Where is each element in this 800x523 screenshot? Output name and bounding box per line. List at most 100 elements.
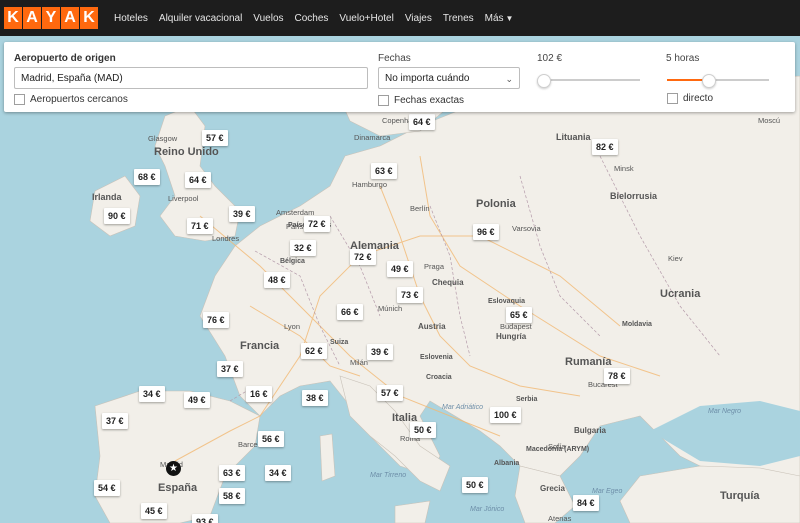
city-label: Varsovia [512,224,541,233]
nav-trains[interactable]: Trenes [443,13,474,24]
city-label: Berlín [410,204,430,213]
price-marker[interactable]: 64 € [185,172,211,188]
city-label: Budapest [500,322,532,331]
country-label: Suiza [330,339,349,346]
logo-letter: K [4,7,22,29]
logo-letter: K [80,7,98,29]
price-marker[interactable]: 78 € [604,368,630,384]
price-marker[interactable]: 72 € [350,249,376,265]
price-marker[interactable]: 50 € [462,477,488,493]
country-label: Francia [240,340,280,352]
country-label: Polonia [476,198,516,210]
city-label: Minsk [614,164,634,173]
price-marker[interactable]: 49 € [387,261,413,277]
price-marker[interactable]: 65 € [506,307,532,323]
price-marker[interactable]: 76 € [203,312,229,328]
price-marker[interactable]: 62 € [301,343,327,359]
top-navigation-bar: K A Y A K Hoteles Alquiler vacacional Vu… [0,0,800,36]
turkey-landmass [619,465,800,523]
price-marker[interactable]: 100 € [490,407,521,423]
price-marker[interactable]: 56 € [258,431,284,447]
price-marker[interactable]: 54 € [94,480,120,496]
sea-label: Mar Egeo [592,488,623,495]
origin-star-icon[interactable]: ★ [166,461,181,476]
price-marker[interactable]: 90 € [104,208,130,224]
price-marker[interactable]: 39 € [367,344,393,360]
price-marker[interactable]: 63 € [371,163,397,179]
price-marker[interactable]: 45 € [141,503,167,519]
price-slider-handle[interactable] [537,74,551,88]
price-marker[interactable]: 49 € [184,392,210,408]
direct-checkbox[interactable]: directo [667,93,713,104]
dates-value: No importa cuándo [385,73,470,84]
price-marker[interactable]: 73 € [397,287,423,303]
price-marker[interactable]: 48 € [264,272,290,288]
nav-trips[interactable]: Viajes [405,13,432,24]
price-marker[interactable]: 34 € [265,465,291,481]
country-label: Austria [418,322,446,331]
logo-letter: A [61,7,79,29]
city-label: Sofía [548,442,566,451]
country-label: España [158,482,198,494]
price-marker[interactable]: 37 € [102,413,128,429]
country-label: Eslovenia [420,354,453,361]
nav-vacation-rentals[interactable]: Alquiler vacacional [159,13,242,24]
duration-filter-label: 5 horas [666,53,700,64]
price-marker[interactable]: 66 € [337,304,363,320]
dates-dropdown[interactable]: No importa cuándo ⌄ [378,67,520,89]
exact-dates-label: Fechas exactas [394,95,465,106]
price-marker[interactable]: 82 € [592,139,618,155]
price-marker[interactable]: 63 € [219,465,245,481]
nav-flight-hotel[interactable]: Vuelo+Hotel [339,13,393,24]
price-slider-track[interactable] [540,79,640,81]
price-marker[interactable]: 34 € [139,386,165,402]
sardinia-landmass [319,433,336,482]
city-label: París [286,222,304,231]
price-marker[interactable]: 38 € [302,390,328,406]
price-marker[interactable]: 37 € [217,361,243,377]
logo-letter: Y [42,7,60,29]
exact-dates-checkbox[interactable]: Fechas exactas [378,95,464,106]
sea-label: Mar Tirreno [370,472,407,479]
price-marker[interactable]: 57 € [202,130,228,146]
dates-label: Fechas [378,53,411,64]
chevron-down-icon: ▼ [505,13,514,23]
price-marker[interactable]: 39 € [229,206,255,222]
origin-input[interactable]: Madrid, España (MAD) [14,67,368,89]
price-marker[interactable]: 57 € [377,385,403,401]
checkbox-box [378,95,389,106]
sea-label: Mar Adriático [442,404,483,411]
country-label: Croacia [426,374,452,381]
main-nav: Hoteles Alquiler vacacional Vuelos Coche… [114,13,524,24]
price-marker[interactable]: 71 € [187,218,213,234]
city-label: Londres [212,234,240,243]
price-marker[interactable]: 84 € [573,495,599,511]
price-marker[interactable]: 58 € [219,488,245,504]
city-label: Atenas [548,514,572,523]
price-marker[interactable]: 68 € [134,169,160,185]
price-marker[interactable]: 93 € [192,514,218,523]
duration-slider-handle[interactable] [702,74,716,88]
price-filter-label: 102 € [537,53,563,64]
country-label: Reino Unido [154,146,219,158]
nav-cars[interactable]: Coches [295,13,329,24]
city-label: Dinamarca [354,133,391,142]
price-marker[interactable]: 64 € [409,114,435,130]
city-label: Múnich [378,304,403,313]
nav-hotels[interactable]: Hoteles [114,13,148,24]
city-label: Lyon [284,322,300,331]
country-label: Bulgaria [574,426,607,435]
city-label: Praga [424,262,445,271]
price-marker[interactable]: 50 € [410,422,436,438]
price-marker[interactable]: 32 € [290,240,316,256]
country-label: Grecia [540,484,565,493]
price-marker[interactable]: 16 € [246,386,272,402]
nav-flights[interactable]: Vuelos [253,13,283,24]
nearby-airports-checkbox[interactable]: Aeropuertos cercanos [14,94,128,105]
price-marker[interactable]: 72 € [304,216,330,232]
country-label: Turquía [720,490,760,502]
country-label: Bélgica [280,258,305,265]
price-marker[interactable]: 96 € [473,224,499,240]
nav-more-menu[interactable]: Más ▼ [485,13,514,24]
kayak-logo[interactable]: K A Y A K [4,7,98,29]
